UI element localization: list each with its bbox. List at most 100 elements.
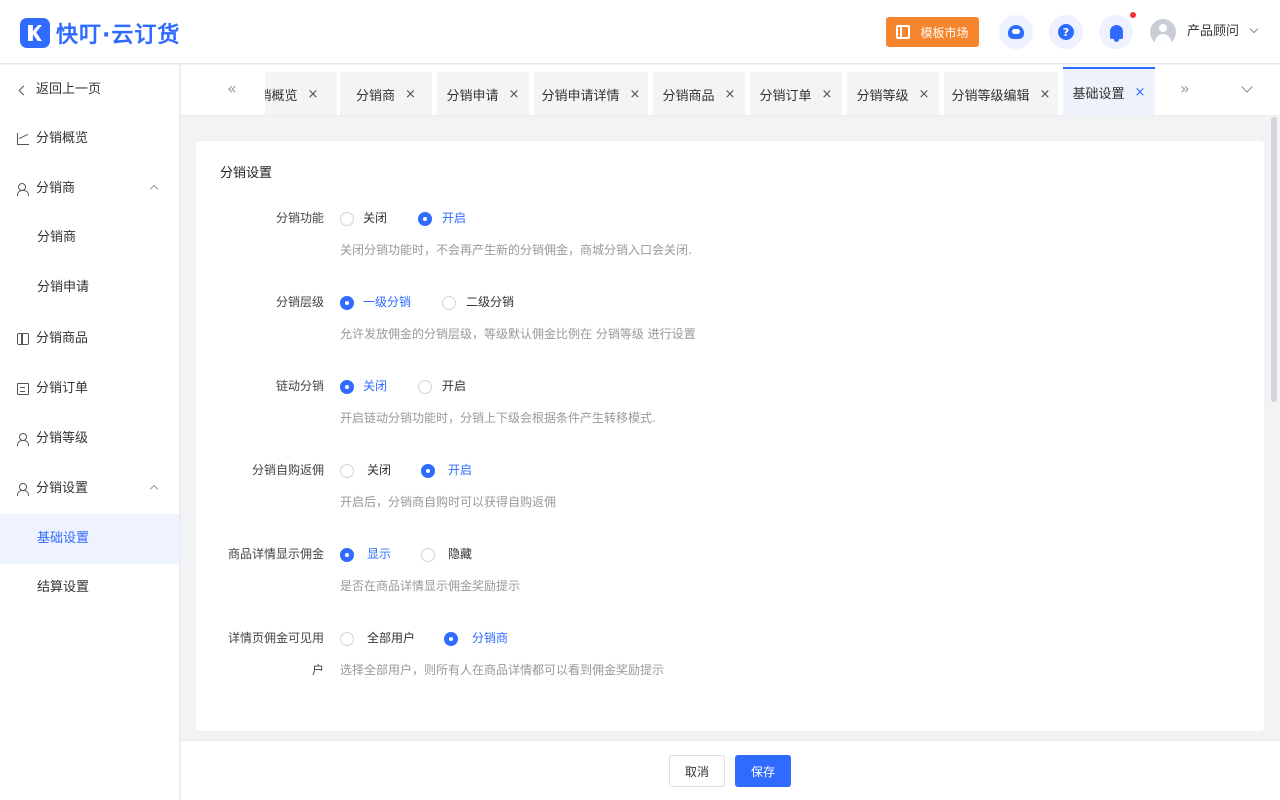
chevron-down-icon[interactable] <box>1241 81 1253 93</box>
close-icon[interactable]: × <box>1135 85 1146 100</box>
radio-label[interactable]: 关闭 <box>363 377 387 395</box>
sidebar-item-label: 分销商 <box>37 230 77 245</box>
radio-label[interactable]: 开启 <box>442 209 466 227</box>
close-icon[interactable]: × <box>725 87 736 102</box>
radio-hide[interactable] <box>421 548 435 562</box>
help-text: 开启后，分销商自购时可以获得自购返佣 <box>340 495 557 509</box>
chevron-up-icon <box>149 484 159 494</box>
tab-basic-settings[interactable]: 基础设置 × <box>1063 67 1155 115</box>
sidebar-item-settlement-settings[interactable]: 结算设置 <box>0 563 179 613</box>
tab-overview[interactable]: 分销概览 × <box>265 72 337 115</box>
sidebar-item-basic-settings[interactable]: 基础设置 <box>0 514 179 564</box>
setting-label: 详情页佣金可见用 <box>227 631 324 645</box>
radio-label[interactable]: 分销商 <box>472 629 508 647</box>
radio-label[interactable]: 一级分销 <box>363 293 411 311</box>
tab-label: 分销商 <box>356 88 396 104</box>
tab-label: 基础设置 <box>1072 87 1125 102</box>
tabs-viewport: 分销概览 × 分销商 × 分销申请 × 分销申请详情 × 分销商品 × 分销订单 × 分销等… <box>265 65 1157 115</box>
close-icon[interactable]: × <box>405 87 416 102</box>
help-text: 是否在商品详情显示佣金奖励提示 <box>340 579 521 593</box>
sidebar-item-label: 结算设置 <box>37 580 90 595</box>
customer-service-button[interactable] <box>999 15 1033 49</box>
close-icon[interactable]: × <box>308 87 319 102</box>
chevron-down-icon[interactable] <box>1249 24 1259 34</box>
tab-label: 分销等级 <box>856 88 909 104</box>
logo-text: 快叮·云订货 <box>56 23 181 48</box>
sidebar-item-distributors[interactable]: 分销商 <box>0 213 179 263</box>
radio-off[interactable] <box>340 380 354 394</box>
app-logo[interactable]: 快叮·云订货 <box>20 17 180 49</box>
logo-icon <box>20 18 50 48</box>
avatar[interactable] <box>1150 19 1176 45</box>
back-label: 返回上一页 <box>36 82 102 97</box>
radio-label[interactable]: 显示 <box>367 545 391 563</box>
section-title: 分销设置 <box>220 166 273 181</box>
radio-show[interactable] <box>340 548 354 562</box>
tab-label: 分销等级编辑 <box>951 88 1030 104</box>
tab-label: 分销申请详情 <box>541 88 620 104</box>
radio-distributors[interactable] <box>444 632 458 646</box>
setting-label: 分销自购返佣 <box>251 463 324 477</box>
sidebar-item-levels[interactable]: 分销等级 <box>0 414 179 464</box>
close-icon[interactable]: × <box>919 87 930 102</box>
sidebar-item-applications[interactable]: 分销申请 <box>0 263 179 313</box>
tab-levels[interactable]: 分销等级 × <box>847 72 939 115</box>
tabs-scroll-right-icon[interactable]: » <box>1180 79 1190 99</box>
close-icon[interactable]: × <box>630 87 641 102</box>
close-icon[interactable]: × <box>1040 87 1051 102</box>
tab-applications[interactable]: 分销申请 × <box>437 72 529 115</box>
close-icon[interactable]: × <box>822 87 833 102</box>
order-icon <box>17 383 29 395</box>
back-link[interactable]: 返回上一页 <box>0 65 179 115</box>
radio-off[interactable] <box>340 464 354 478</box>
radio-label[interactable]: 开启 <box>448 461 472 479</box>
users-icon <box>17 183 29 196</box>
setting-label: 分销层级 <box>275 295 324 309</box>
radio-on[interactable] <box>418 380 432 394</box>
box-icon <box>17 333 29 345</box>
help-text: 选择全部用户，则所有人在商品详情都可以看到佣金奖励提示 <box>340 663 665 677</box>
settings-panel: 分销设置 分销功能 关闭 开启 关闭分销功能时，不会再产生新的分销佣金，商城分销… <box>196 141 1264 731</box>
tab-products[interactable]: 分销商品 × <box>653 72 745 115</box>
tab-application-detail[interactable]: 分销申请详情 × <box>534 72 648 115</box>
radio-level-two[interactable] <box>442 296 456 310</box>
sidebar-item-orders[interactable]: 分销订单 <box>0 364 179 414</box>
notification-button[interactable] <box>1099 15 1133 49</box>
sidebar-group-distributors[interactable]: 分销商 <box>0 164 179 214</box>
user-name[interactable]: 产品顾问 <box>1187 22 1239 42</box>
radio-on[interactable] <box>418 212 432 226</box>
sidebar-item-overview[interactable]: 分销概览 <box>0 114 179 164</box>
radio-on[interactable] <box>421 464 435 478</box>
radio-label[interactable]: 关闭 <box>363 209 387 227</box>
radio-label[interactable]: 关闭 <box>367 461 391 479</box>
radio-label[interactable]: 隐藏 <box>448 545 472 563</box>
help-button[interactable]: ? <box>1049 15 1083 49</box>
setting-label: 商品详情显示佣金 <box>227 547 324 561</box>
tab-level-edit[interactable]: 分销等级编辑 × <box>944 72 1058 115</box>
tab-bar: « 分销概览 × 分销商 × 分销申请 × 分销申请详情 × 分销商品 × 分销订单 × 分… <box>181 65 1280 116</box>
save-button[interactable]: 保存 <box>735 755 791 787</box>
template-market-button[interactable]: 模板市场 <box>886 17 979 47</box>
tabs-scroll-left-icon[interactable]: « <box>227 79 237 99</box>
radio-label[interactable]: 开启 <box>442 377 466 395</box>
person-icon <box>17 433 29 446</box>
tab-distributors[interactable]: 分销商 × <box>340 72 432 115</box>
close-icon[interactable]: × <box>509 87 520 102</box>
sidebar-item-label: 分销概览 <box>36 131 89 146</box>
sidebar-item-label: 基础设置 <box>37 531 90 546</box>
page-scrollbar[interactable] <box>1271 117 1277 402</box>
sidebar-item-products[interactable]: 分销商品 <box>0 314 179 364</box>
bell-icon <box>1109 25 1123 42</box>
radio-level-one[interactable] <box>340 296 354 310</box>
radio-label[interactable]: 二级分销 <box>466 293 514 311</box>
template-market-label: 模板市场 <box>920 25 969 40</box>
radio-all-users[interactable] <box>340 632 354 646</box>
help-text: 允许发放佣金的分销层级，等级默认佣金比例在 分销等级 进行设置 <box>340 327 696 341</box>
radio-label[interactable]: 全部用户 <box>367 629 415 647</box>
tab-orders[interactable]: 分销订单 × <box>750 72 842 115</box>
notification-dot <box>1130 12 1136 18</box>
sidebar-group-settings[interactable]: 分销设置 <box>0 464 179 514</box>
radio-off[interactable] <box>340 212 354 226</box>
cancel-button[interactable]: 取消 <box>669 755 725 787</box>
tab-label: 分销商品 <box>662 88 715 104</box>
